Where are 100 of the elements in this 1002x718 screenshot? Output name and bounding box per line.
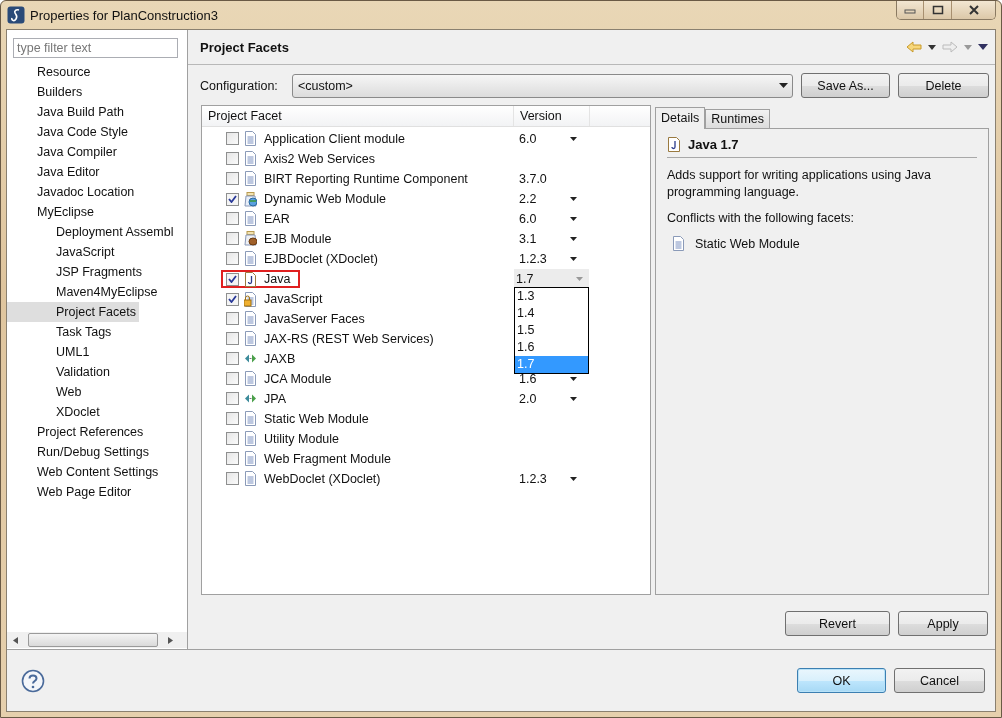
checkbox[interactable] (226, 272, 239, 286)
tab[interactable]: Details (655, 107, 706, 129)
checkbox[interactable] (226, 192, 239, 206)
checkbox[interactable] (226, 152, 239, 166)
checkbox[interactable] (226, 352, 239, 366)
caret-icon[interactable] (570, 477, 577, 481)
horizontal-scrollbar[interactable] (7, 632, 187, 648)
help-icon[interactable] (21, 668, 45, 693)
checkbox[interactable] (226, 412, 239, 426)
app-logo-icon (7, 6, 25, 24)
tree-item[interactable]: JavaScript (7, 242, 118, 262)
facet-name: Java (264, 272, 291, 286)
document-icon (244, 411, 257, 427)
caret-icon[interactable] (570, 397, 577, 401)
tree-item[interactable]: UML1 (7, 342, 93, 362)
tree-item[interactable]: Java Editor (7, 162, 103, 182)
minimize-icon[interactable] (904, 6, 916, 14)
version-value: 3.7.0 (519, 172, 547, 186)
tree-item[interactable]: Project References (7, 422, 147, 442)
conflict-facet: Static Web Module (695, 236, 800, 251)
document-icon (244, 131, 257, 147)
tree-item[interactable]: Run/Debug Settings (7, 442, 152, 462)
ok-button[interactable]: OK (797, 668, 886, 693)
version-value: 6.0 (519, 132, 537, 146)
tree-item[interactable]: Project Facets (7, 302, 139, 322)
checkbox[interactable] (226, 292, 239, 306)
tree-item[interactable]: Web Content Settings (7, 462, 162, 482)
checkbox[interactable] (226, 452, 239, 466)
list-option[interactable]: 1.5 (515, 322, 588, 339)
cancel-button[interactable]: Cancel (894, 668, 985, 693)
apply-button[interactable]: Apply (898, 611, 988, 636)
checkbox[interactable] (226, 372, 239, 386)
checkbox[interactable] (226, 232, 239, 246)
version-list[interactable]: 1.3 1.4 1.5 1.6 1.7 (514, 287, 589, 374)
caret-icon[interactable] (779, 83, 788, 88)
menu-caret-icon[interactable] (978, 44, 988, 50)
tree-item[interactable]: Web Page Editor (7, 482, 135, 502)
tree-item[interactable]: Web (7, 382, 85, 402)
revert-button[interactable]: Revert (785, 611, 890, 636)
list-option[interactable]: 1.6 (515, 339, 588, 356)
version-value: 1.2.3 (519, 252, 547, 266)
checkbox[interactable] (226, 432, 239, 446)
list-option[interactable]: 1.4 (515, 305, 588, 322)
caret-icon[interactable] (928, 44, 936, 50)
version-dropdown[interactable]: 1.7 (514, 269, 589, 289)
caret-icon[interactable] (570, 137, 577, 141)
facet-name: WebDoclet (XDoclet) (264, 471, 381, 486)
tree-item[interactable]: Deployment Assembl (7, 222, 177, 242)
checkbox[interactable] (226, 472, 239, 486)
checkbox[interactable] (226, 312, 239, 326)
tree-item[interactable]: Java Compiler (7, 142, 120, 162)
checkbox[interactable] (226, 132, 239, 146)
caret-icon[interactable] (570, 197, 577, 201)
back-arrow-icon[interactable] (906, 41, 922, 53)
save-as-button[interactable]: Save As... (801, 73, 890, 98)
close-icon[interactable] (966, 5, 981, 15)
maximize-button[interactable] (923, 1, 951, 19)
tree-item[interactable]: XDoclet (7, 402, 103, 422)
maximize-icon[interactable] (931, 5, 944, 15)
tree-item[interactable]: Task Tags (7, 322, 115, 342)
tree-item[interactable]: Builders (7, 82, 86, 102)
caret-icon[interactable] (570, 217, 577, 221)
tree-item[interactable]: MyEclipse (7, 202, 97, 222)
tree-item[interactable]: Java Code Style (7, 122, 132, 142)
caret-icon[interactable] (570, 257, 577, 261)
close-button[interactable] (951, 1, 995, 19)
checkbox[interactable] (226, 332, 239, 346)
document-icon (244, 151, 257, 167)
tab[interactable]: Runtimes (705, 109, 770, 128)
configuration-label: Configuration: (200, 78, 279, 93)
version-value: 1.6 (519, 372, 537, 386)
tree-item[interactable]: Javadoc Location (7, 182, 138, 202)
scroll-right-icon[interactable] (168, 636, 173, 644)
configuration-dropdown[interactable]: <custom> (292, 73, 793, 98)
column-header[interactable]: Project Facet (202, 106, 514, 126)
facet-name: Web Fragment Module (264, 451, 391, 466)
list-option[interactable]: 1.3 (515, 288, 588, 305)
tree-item[interactable]: Java Build Path (7, 102, 127, 122)
document-icon (244, 251, 257, 267)
facet-name: Static Web Module (264, 411, 369, 426)
checkbox[interactable] (226, 252, 239, 266)
tree-item[interactable]: JSP Fragments (7, 262, 145, 282)
filter-field[interactable]: type filter text (13, 38, 178, 58)
delete-button[interactable]: Delete (898, 73, 989, 98)
caret-icon[interactable] (570, 237, 577, 241)
tree-item[interactable]: Resource (7, 62, 94, 82)
facet-name: Utility Module (264, 431, 340, 446)
tree-item[interactable]: Maven4MyEclipse (7, 282, 161, 302)
document-icon (244, 431, 257, 447)
column-header[interactable]: Version (514, 106, 590, 126)
scroll-left-icon[interactable] (13, 636, 18, 644)
facet-name: EAR (264, 211, 290, 226)
tree-item[interactable]: Validation (7, 362, 113, 382)
facet-name: EJB Module (264, 231, 332, 246)
caret-icon[interactable] (570, 377, 577, 381)
facet-name: JAX-RS (REST Web Services) (264, 331, 434, 346)
checkbox[interactable] (226, 392, 239, 406)
checkbox[interactable] (226, 172, 239, 186)
checkbox[interactable] (226, 212, 239, 226)
facet-name: JavaServer Faces (264, 311, 365, 326)
